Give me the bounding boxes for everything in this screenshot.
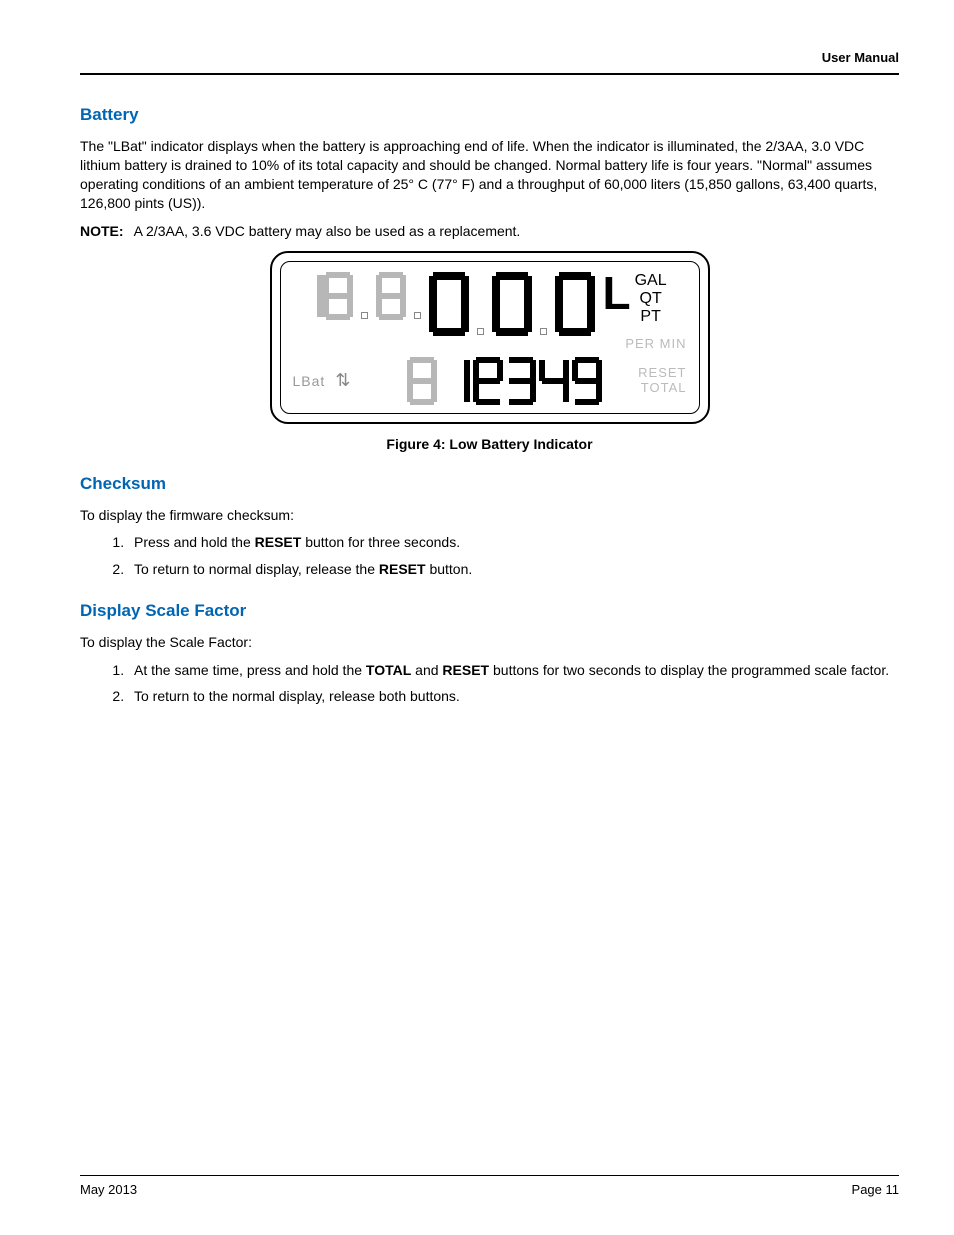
total-label: TOTAL — [638, 381, 686, 396]
page-footer: May 2013 Page 11 — [80, 1175, 899, 1197]
small-digit — [473, 357, 503, 405]
decimal-box-icon — [477, 328, 484, 335]
list-item: To return to the normal display, release… — [128, 686, 899, 706]
figure-lcd: L GAL QT PT PER MIN LBat ⇅ — [80, 251, 899, 424]
lbat-area: LBat ⇅ — [293, 370, 352, 391]
ghost-digit — [293, 272, 323, 320]
note-line: NOTE: A 2/3AA, 3.6 VDC battery may also … — [80, 223, 899, 239]
small-digit — [506, 357, 536, 405]
checksum-steps: Press and hold the RESET button for thre… — [128, 532, 899, 579]
right-labels: RESET TOTAL — [638, 366, 686, 396]
list-item: Press and hold the RESET button for thre… — [128, 532, 899, 552]
big-digits — [429, 272, 595, 336]
step-bold: TOTAL — [366, 662, 411, 678]
unit-pt: PT — [635, 308, 667, 326]
lbat-label: LBat — [293, 373, 326, 389]
small-digit — [572, 357, 602, 405]
footer-page: Page 11 — [852, 1182, 899, 1197]
big-digit — [555, 272, 595, 336]
scale-steps: At the same time, press and hold the TOT… — [128, 660, 899, 707]
unit-qt: QT — [635, 290, 667, 308]
list-item: To return to normal display, release the… — [128, 559, 899, 579]
figure-caption: Figure 4: Low Battery Indicator — [80, 436, 899, 452]
battery-paragraph: The "LBat" indicator displays when the b… — [80, 137, 899, 213]
unit-gal: GAL — [635, 272, 667, 290]
step-text: To return to normal display, release the — [134, 561, 379, 577]
unit-active: L — [603, 272, 631, 326]
step-text: button. — [426, 561, 473, 577]
heading-checksum: Checksum — [80, 474, 899, 494]
ghost-digit — [376, 272, 406, 320]
step-text: button for three seconds. — [301, 534, 460, 550]
note-text: A 2/3AA, 3.6 VDC battery may also be use… — [134, 223, 521, 239]
decimal-box-icon — [540, 328, 547, 335]
lcd-bottom-row: LBat ⇅ — [293, 357, 687, 405]
header-title: User Manual — [822, 50, 899, 65]
ghost-small-digit — [407, 357, 437, 405]
small-digit — [539, 357, 569, 405]
step-text: At the same time, press and hold the — [134, 662, 366, 678]
scale-intro: To display the Scale Factor: — [80, 633, 899, 652]
checksum-intro: To display the firmware checksum: — [80, 506, 899, 525]
footer-date: May 2013 — [80, 1182, 137, 1197]
ghost-digit — [323, 272, 353, 320]
lcd-inner: L GAL QT PT PER MIN LBat ⇅ — [280, 261, 700, 414]
small-digit — [440, 357, 470, 405]
per-min-label: PER MIN — [293, 336, 687, 351]
lcd-top-row: L GAL QT PT — [293, 272, 687, 336]
step-bold: RESET — [379, 561, 426, 577]
reset-label: RESET — [638, 366, 686, 381]
step-text: buttons for two seconds to display the p… — [489, 662, 889, 678]
big-digit — [429, 272, 469, 336]
step-text: and — [411, 662, 442, 678]
ghost-digits — [323, 272, 423, 320]
lcd-frame: L GAL QT PT PER MIN LBat ⇅ — [270, 251, 710, 424]
step-bold: RESET — [442, 662, 489, 678]
decimal-box-icon — [414, 312, 421, 319]
heading-battery: Battery — [80, 105, 899, 125]
flow-arrows-icon: ⇅ — [335, 370, 351, 391]
small-digits — [407, 357, 602, 405]
heading-scale: Display Scale Factor — [80, 601, 899, 621]
note-label: NOTE: — [80, 223, 124, 239]
step-bold: RESET — [255, 534, 302, 550]
page-header: User Manual — [80, 50, 899, 75]
decimal-box-icon — [361, 312, 368, 319]
big-digit — [492, 272, 532, 336]
step-text: Press and hold the — [134, 534, 255, 550]
list-item: At the same time, press and hold the TOT… — [128, 660, 899, 680]
step-text: To return to the normal display, release… — [134, 688, 460, 704]
unit-ghost-stack: GAL QT PT — [635, 272, 667, 326]
